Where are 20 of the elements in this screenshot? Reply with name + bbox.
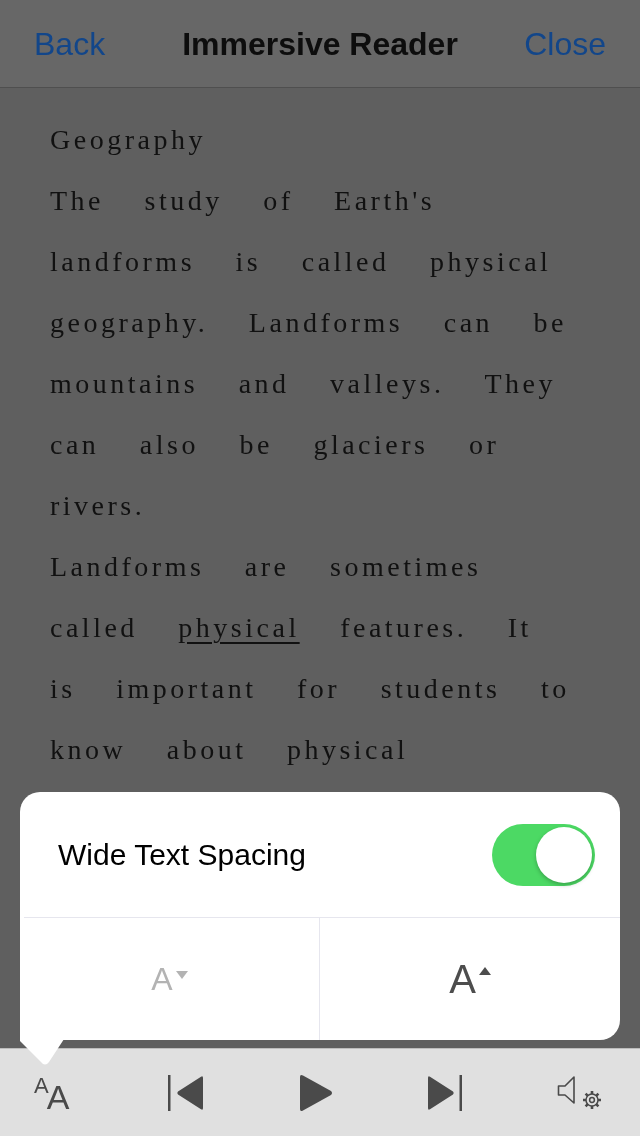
- paragraph: The study of Earth's landforms is called physical geography. Landforms can be mountains and valleys. They can also be glaciers or rivers.: [50, 184, 568, 523]
- heading: Geography: [50, 123, 207, 157]
- play-button[interactable]: [298, 1072, 334, 1113]
- underlined-word[interactable]: physical: [178, 612, 300, 643]
- speaker-gear-icon: [557, 1074, 603, 1111]
- paragraph: Landforms are sometimes called physical features. It is important for students to know about physical: [50, 550, 571, 767]
- caret-down-icon: [175, 971, 188, 979]
- play-icon: [299, 1073, 333, 1112]
- skip-forward-icon: [428, 1074, 462, 1111]
- previous-button[interactable]: [167, 1073, 205, 1112]
- increase-text-size-button[interactable]: A: [447, 959, 493, 999]
- setting-label: Wide Text Spacing: [58, 839, 306, 870]
- caret-up-icon: [478, 967, 491, 975]
- speaker-settings-button[interactable]: [556, 1073, 604, 1112]
- toggle-switch[interactable]: [492, 823, 595, 886]
- back-button[interactable]: Back: [34, 27, 106, 60]
- close-button[interactable]: Close: [524, 27, 606, 60]
- window-title: Immersive Reader: [182, 27, 458, 60]
- next-button[interactable]: [427, 1073, 463, 1112]
- skip-back-icon: [167, 1074, 205, 1111]
